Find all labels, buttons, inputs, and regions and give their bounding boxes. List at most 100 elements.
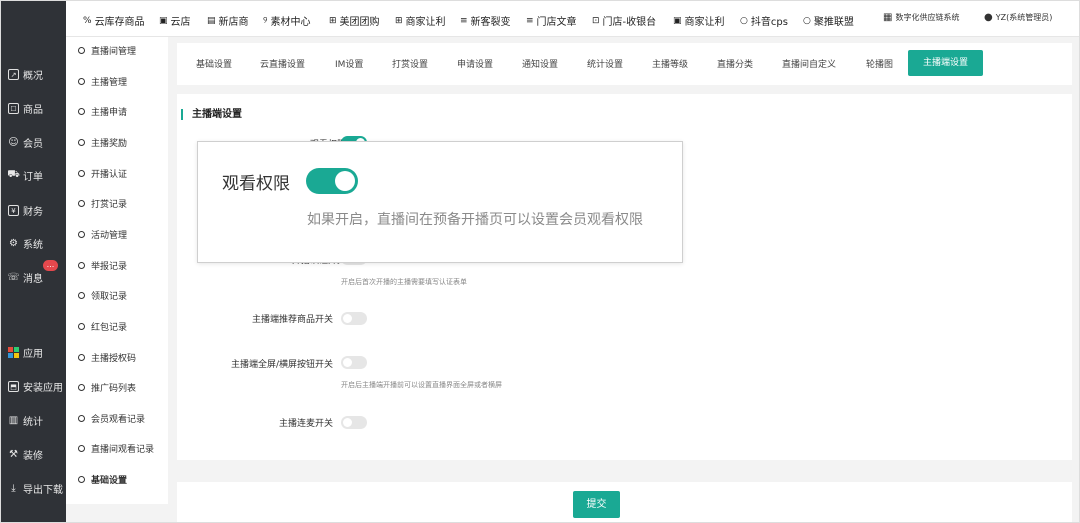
tab-basic[interactable]: 基础设置 [196, 57, 232, 70]
mic-link-toggle[interactable] [341, 416, 367, 429]
tab-notify[interactable]: 通知设置 [522, 57, 558, 70]
tab-anchor-settings[interactable]: 主播端设置 [908, 50, 983, 76]
top-nav-item-cashier[interactable]: ⊡ 门店-收银台 [592, 13, 656, 29]
message-badge: ... [43, 260, 58, 271]
sub-nav-item[interactable]: 主播申请 [78, 105, 127, 118]
menu-icon: ≡ [460, 15, 468, 26]
tab-stats[interactable]: 统计设置 [587, 57, 623, 70]
left-nav-item-decorate[interactable]: ⚒ 装修 [8, 447, 43, 462]
circle-icon [78, 384, 85, 391]
left-nav-item-finance[interactable]: ¥ 财务 [8, 203, 43, 218]
circle-icon [78, 262, 85, 269]
user-menu[interactable]: ● YZ(系统管理员) [984, 12, 1052, 23]
cart-icon: ⛟ [7, 169, 20, 180]
left-nav-item-system[interactable]: ⚙ 系统 [8, 236, 43, 251]
tab-im[interactable]: IM设置 [335, 57, 363, 70]
tab-level[interactable]: 主播等级 [652, 57, 688, 70]
circle-icon [78, 415, 85, 422]
left-nav-item-overview[interactable]: ↗ 概况 [8, 67, 43, 82]
percent-icon: % [83, 15, 92, 26]
left-nav-item-stats[interactable]: ▥ 统计 [8, 413, 43, 428]
row-desc: 开启后主播端开播前可以设置直播界面全屏或者横屏 [341, 381, 502, 389]
sub-nav-item[interactable]: 主播奖励 [78, 136, 127, 149]
settings-tabs: 基础设置 云直播设置 IM设置 打赏设置 申请设置 通知设置 统计设置 主播等级… [177, 43, 1072, 85]
sub-nav-item[interactable]: 主播授权码 [78, 351, 136, 364]
fullscreen-toggle[interactable] [341, 356, 367, 369]
zoom-desc: 如果开启，直播间在预备开播页可以设置会员观看权限 [307, 212, 643, 228]
tab-reward[interactable]: 打赏设置 [392, 57, 428, 70]
top-nav-item-cloud-stock[interactable]: % 云库存商品 [83, 13, 145, 29]
sub-nav-item[interactable]: 开播认证 [78, 167, 127, 180]
sub-nav-item[interactable]: 主播管理 [78, 75, 127, 88]
user-icon: ● [984, 12, 993, 23]
top-nav-item-new-customer[interactable]: ≡ 新客裂变 [460, 13, 511, 29]
recommend-goods-toggle[interactable] [341, 312, 367, 325]
zoom-label: 观看权限 [222, 174, 290, 194]
circle-icon [78, 78, 85, 85]
left-nav-item-order[interactable]: ⛟ 订单 [7, 168, 43, 183]
sub-nav: 直播间管理 主播管理 主播申请 主播奖励 开播认证 打赏记录 活动管理 举报记录… [66, 37, 168, 523]
grid-icon: ▦ [883, 12, 893, 23]
left-nav-item-export[interactable]: ⤓ 导出下载 [8, 481, 63, 496]
tab-cloud-live[interactable]: 云直播设置 [260, 57, 305, 70]
sub-nav-item[interactable]: 红包记录 [78, 320, 127, 333]
stats-icon: ▥ [8, 415, 19, 426]
top-nav-item-cloud-store[interactable]: ▣ 云店 [159, 13, 191, 29]
sub-nav-item[interactable]: 直播间观看记录 [78, 442, 154, 455]
circle-icon [78, 170, 85, 177]
tab-carousel[interactable]: 轮播图 [866, 57, 893, 70]
sub-nav-item[interactable]: 举报记录 [78, 259, 127, 272]
left-nav-item-member[interactable]: ☺ 会员 [8, 135, 43, 150]
member-icon: ☺ [8, 137, 19, 148]
sub-nav-item[interactable]: 推广码列表 [78, 381, 136, 394]
circle-icon [78, 445, 85, 452]
circle-icon [78, 108, 85, 115]
left-nav-item-goods[interactable]: ☐ 商品 [8, 101, 43, 116]
top-nav-item-merchant-discount[interactable]: ⊞ 商家让利 [395, 13, 446, 29]
circle-icon [78, 200, 85, 207]
image-icon: ▣ [673, 15, 682, 26]
left-nav: ↗ 概况 ☐ 商品 ☺ 会员 ⛟ 订单 ¥ 财务 ⚙ 系统 ☏ 消息 ... 应用 ⬒ 安装应用… [0, 0, 66, 523]
left-nav-item-install[interactable]: ⬒ 安装应用 [8, 379, 63, 394]
top-nav-item-meituan[interactable]: ⊞ 美团团购 [329, 13, 380, 29]
plus-box-icon: ⊞ [329, 15, 337, 26]
brush-icon: ⚒ [9, 449, 18, 460]
top-nav-item-douyin-cps[interactable]: ○ 抖音cps [740, 13, 788, 29]
sub-nav-item[interactable]: 打赏记录 [78, 197, 127, 210]
plus-box-icon: ⊞ [395, 15, 403, 26]
sub-nav-item[interactable]: 活动管理 [78, 228, 127, 241]
row-desc: 开启后首次开播的主播需要填写认证表单 [341, 278, 467, 286]
top-nav-item-jutui[interactable]: ○ 聚推联盟 [803, 13, 854, 29]
message-icon: ☏ [7, 272, 20, 283]
circle-icon [78, 139, 85, 146]
submit-button[interactable]: 提交 [573, 491, 620, 518]
tab-custom[interactable]: 直播间自定义 [782, 57, 836, 70]
circle-icon: ○ [740, 15, 748, 26]
circle-icon [78, 47, 85, 54]
circle-icon [78, 292, 85, 299]
material-icon: ୨ [263, 15, 268, 26]
top-nav-item-new-store[interactable]: ▤ 新店商 [207, 13, 249, 29]
left-nav-item-apps[interactable]: 应用 [8, 345, 43, 360]
sub-nav-item[interactable]: 直播间管理 [78, 44, 136, 57]
tab-apply[interactable]: 申请设置 [457, 57, 493, 70]
gear-icon: ⚙ [9, 238, 18, 249]
apps-icon [8, 347, 19, 358]
top-nav-item-material[interactable]: ୨ 素材中心 [263, 13, 310, 29]
install-icon: ⬒ [8, 381, 19, 392]
top-nav-item-store-article[interactable]: ≡ 门店文章 [526, 13, 577, 29]
top-nav-item-merchant-discount-2[interactable]: ▣ 商家让利 [673, 13, 725, 29]
left-nav-item-message[interactable]: ☏ 消息 [7, 270, 43, 285]
list-icon: ▤ [207, 15, 216, 26]
zoom-watch-permission-toggle[interactable] [306, 168, 358, 194]
download-icon: ⤓ [11, 483, 16, 494]
sub-nav-item[interactable]: 会员观看记录 [78, 412, 145, 425]
row-label: 主播端推荐商品开关 [251, 315, 333, 325]
sub-nav-item[interactable]: 领取记录 [78, 289, 127, 302]
system-switch[interactable]: ▦ 数字化供应链系统 [883, 12, 959, 23]
circle-icon [78, 231, 85, 238]
circle-icon [78, 476, 85, 483]
tab-category[interactable]: 直播分类 [717, 57, 753, 70]
sub-nav-item-active[interactable]: 基础设置 [78, 473, 127, 486]
circle-icon [78, 323, 85, 330]
